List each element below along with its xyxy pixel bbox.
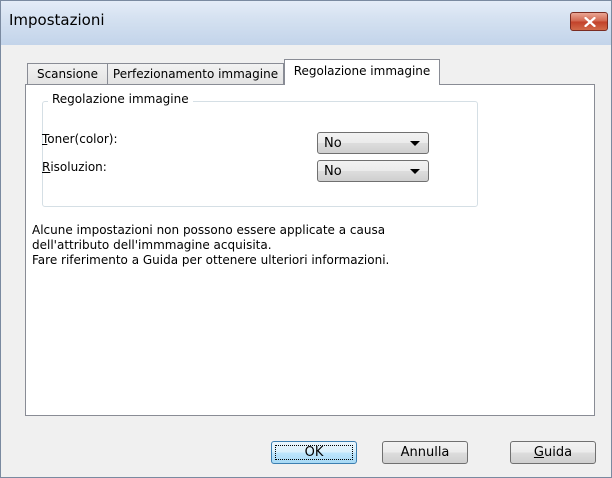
risoluzion-value: No [324, 164, 342, 179]
ok-button[interactable]: OK [271, 441, 357, 464]
info-line-3: Fare riferimento a Guida per ottenere ul… [32, 253, 390, 267]
tab-panel: Regolazione immagine Toner(color): No Ri… [25, 84, 595, 416]
info-text: Alcune impostazioni non possono essere a… [32, 223, 389, 268]
group-box [42, 101, 478, 207]
tab-label: Scansione [36, 67, 99, 81]
risoluzion-label-text: isoluzion: [50, 160, 107, 174]
settings-dialog: Impostazioni Scansione Perfezionamento i… [0, 0, 612, 478]
chevron-down-icon [410, 141, 420, 146]
toner-label: Toner(color): [42, 132, 118, 146]
info-line-1: Alcune impostazioni non possono essere a… [32, 223, 386, 237]
title-bar[interactable]: Impostazioni [1, 1, 611, 45]
info-line-2: dell'attributo dell'immmagine acquisita. [32, 238, 272, 252]
help-mnemonic: G [533, 445, 544, 460]
group-caption: Regolazione immagine [48, 92, 193, 106]
tab-perfezionamento-immagine[interactable]: Perfezionamento immagine [107, 63, 284, 84]
focus-rect [275, 445, 353, 460]
dialog-body: Scansione Perfezionamento immagine Regol… [9, 45, 603, 470]
chevron-down-icon [410, 169, 420, 174]
cancel-label: Annulla [400, 445, 450, 460]
toner-select[interactable]: No [317, 132, 429, 154]
window-title: Impostazioni [9, 11, 105, 29]
risoluzion-label: Risoluzion: [42, 160, 107, 174]
risoluzion-select[interactable]: No [317, 160, 429, 182]
tab-label: Perfezionamento immagine [112, 67, 279, 81]
close-button[interactable] [570, 12, 608, 31]
tab-scansione[interactable]: Scansione [27, 63, 108, 84]
tab-regolazione-immagine[interactable]: Regolazione immagine [284, 59, 440, 85]
toner-label-text: oner(color): [47, 132, 118, 146]
close-icon [584, 17, 596, 27]
toner-value: No [324, 136, 342, 151]
tab-label: Regolazione immagine [293, 64, 431, 78]
cancel-button[interactable]: Annulla [382, 441, 468, 464]
help-button[interactable]: Guida [510, 441, 596, 464]
help-label: uida [544, 445, 573, 460]
